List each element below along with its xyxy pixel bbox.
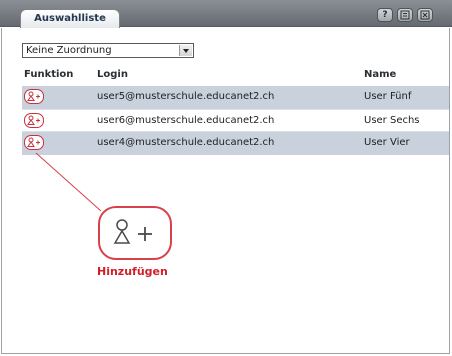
table-row: user4@musterschule.educanet2.ch User Vie… bbox=[22, 132, 449, 155]
table-row: user6@musterschule.educanet2.ch User Sec… bbox=[22, 109, 449, 132]
table-row: user5@musterschule.educanet2.ch User Fün… bbox=[22, 86, 449, 109]
row-name: User Fünf bbox=[364, 91, 412, 102]
row-name: User Vier bbox=[364, 137, 410, 148]
close-icon bbox=[420, 10, 430, 20]
row-login: user4@musterschule.educanet2.ch bbox=[97, 137, 275, 148]
assignment-filter-value: Keine Zuordnung bbox=[26, 45, 112, 56]
assignment-filter-select[interactable]: Keine Zuordnung bbox=[22, 43, 194, 58]
print-button[interactable] bbox=[397, 8, 413, 22]
add-user-button[interactable] bbox=[24, 89, 44, 104]
print-icon bbox=[400, 10, 410, 20]
selection-list-window: Auswahlliste ? Keine Zuordnung Funktion … bbox=[0, 0, 452, 356]
row-login: user6@musterschule.educanet2.ch bbox=[97, 115, 275, 126]
tab-auswahlliste[interactable]: Auswahlliste bbox=[20, 9, 120, 28]
row-login: user5@musterschule.educanet2.ch bbox=[97, 91, 275, 102]
close-button[interactable] bbox=[417, 8, 433, 22]
add-user-button[interactable] bbox=[24, 113, 44, 128]
window-titlebar: Auswahlliste ? bbox=[0, 0, 452, 28]
add-user-icon bbox=[113, 219, 152, 244]
column-header-funktion: Funktion bbox=[24, 69, 74, 80]
column-header-name: Name bbox=[364, 69, 397, 80]
add-user-icon bbox=[27, 137, 40, 147]
help-button[interactable]: ? bbox=[377, 8, 393, 22]
column-header-login: Login bbox=[97, 69, 128, 80]
callout-label: Hinzufügen bbox=[97, 265, 168, 278]
row-name: User Sechs bbox=[364, 115, 420, 126]
add-user-button-enlarged bbox=[98, 206, 172, 260]
add-user-icon bbox=[27, 115, 40, 125]
add-user-button[interactable] bbox=[24, 135, 44, 150]
add-user-icon bbox=[27, 91, 40, 101]
dropdown-arrow-icon[interactable] bbox=[179, 45, 192, 56]
help-icon: ? bbox=[382, 10, 388, 20]
